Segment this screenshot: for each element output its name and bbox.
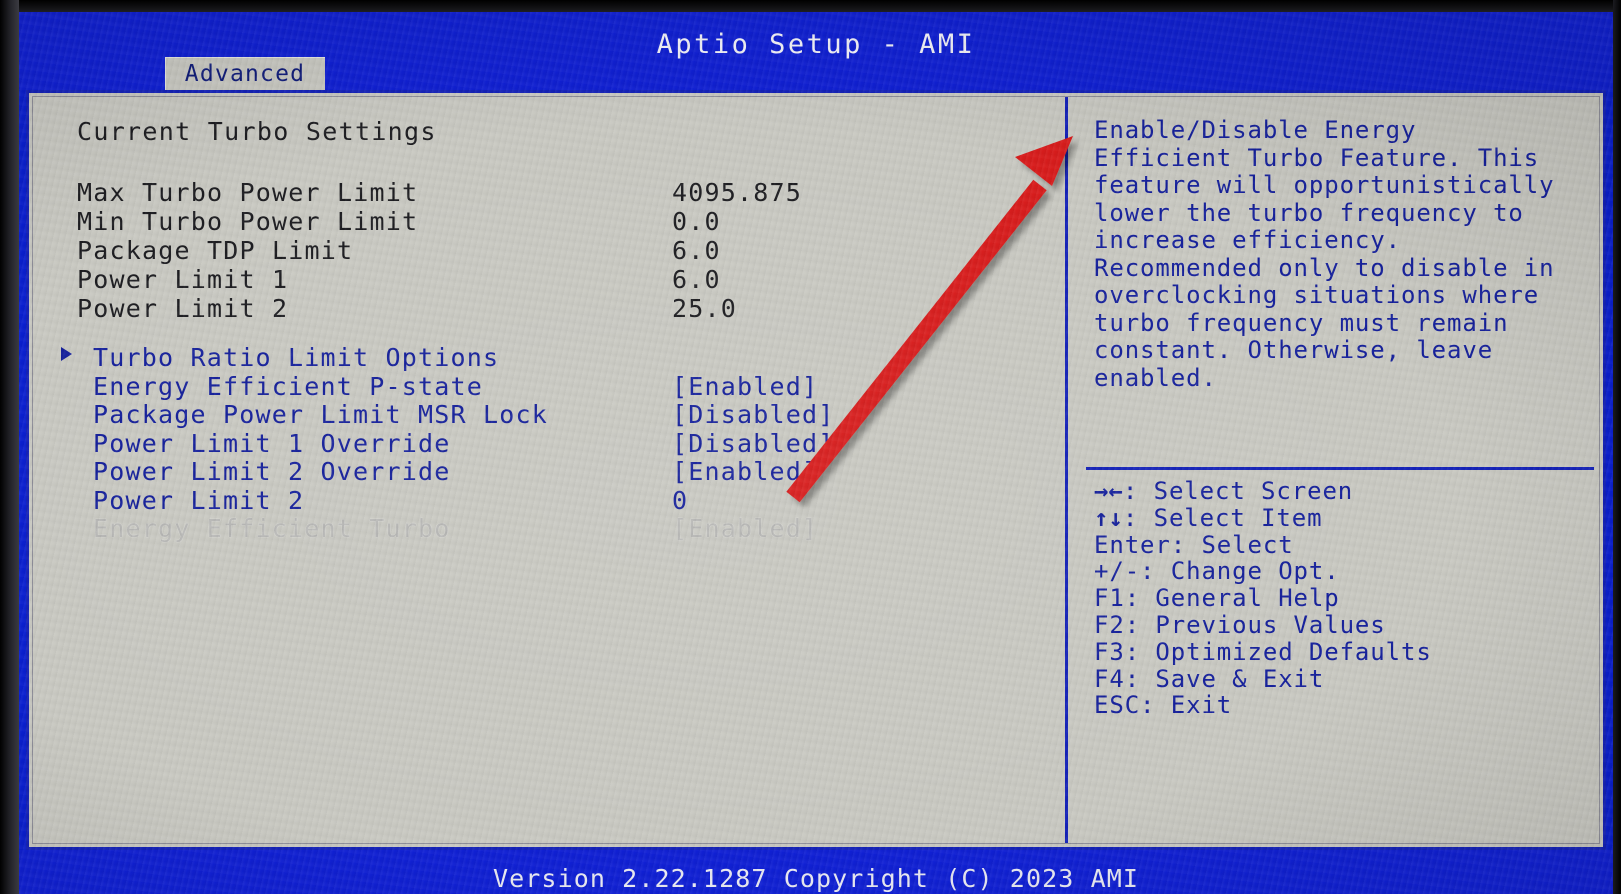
key-legend-line: Enter: Select [1094, 530, 1594, 559]
help-divider [1086, 467, 1594, 470]
info-row-value: 4095.875 [672, 178, 803, 207]
settings-row-value[interactable]: 0 [672, 486, 688, 515]
settings-row-label: Power Limit 2 Override [93, 457, 451, 486]
settings-row-value[interactable]: [Disabled] [672, 429, 835, 458]
info-row-value: 25.0 [672, 294, 738, 323]
key-glyph-icon: ↑↓ [1094, 503, 1123, 532]
monitor-bezel-right [1613, 0, 1621, 894]
info-row-value: 0.0 [672, 207, 721, 236]
settings-row-label: Energy Efficient P-state [93, 371, 484, 401]
settings-option-list: Turbo Ratio Limit Options Energy Efficien… [55, 343, 1045, 543]
bios-header: Aptio Setup - AMI Advanced [19, 12, 1613, 90]
info-row: Power Limit 2 25.0 [77, 294, 1037, 323]
settings-row-value[interactable]: [Enabled] [672, 457, 818, 486]
info-row-label: Power Limit 1 [77, 265, 289, 294]
key-legend-line: F3: Optimized Defaults [1094, 637, 1594, 666]
key-legend-text: F4: Save & Exit [1094, 664, 1325, 693]
key-legend-text: F3: Optimized Defaults [1094, 637, 1432, 666]
key-legend-text: +/-: Change Opt. [1094, 557, 1340, 586]
key-legend-text: ESC: Exit [1094, 691, 1233, 720]
monitor-bezel-left [0, 0, 19, 894]
settings-row-value[interactable]: [Disabled] [672, 400, 835, 429]
info-row-label: Min Turbo Power Limit [77, 207, 419, 236]
settings-row[interactable]: Energy Efficient P-state [Enabled] [55, 372, 1045, 401]
bios-body-frame: Current Turbo Settings Max Turbo Power L… [26, 90, 1606, 850]
section-heading: Current Turbo Settings [77, 117, 437, 146]
help-description: Enable/Disable Energy Efficient Turbo Fe… [1094, 116, 1555, 392]
info-row: Power Limit 1 6.0 [77, 265, 1037, 294]
info-row: Min Turbo Power Limit 0.0 [77, 207, 1037, 236]
page-title: Aptio Setup - AMI [656, 29, 976, 60]
info-row: Max Turbo Power Limit 4095.875 [77, 178, 1037, 207]
key-glyph-icon: →← [1094, 477, 1123, 505]
info-row-label: Power Limit 2 [77, 294, 289, 323]
key-legend-text: F1: General Help [1094, 584, 1340, 613]
settings-pane: Current Turbo Settings Max Turbo Power L… [29, 93, 1065, 847]
submenu-arrow-icon [61, 347, 72, 361]
key-legend-text: Enter: Select [1094, 530, 1294, 559]
key-legend-line: +/-: Change Opt. [1094, 558, 1594, 585]
tab-advanced[interactable]: Advanced [165, 57, 325, 90]
info-row-value: 6.0 [672, 236, 721, 265]
settings-row-value[interactable]: [Enabled] [672, 514, 818, 543]
info-row-value: 6.0 [672, 265, 721, 294]
settings-row[interactable]: Power Limit 1 Override [Disabled] [55, 429, 1045, 458]
bios-footer: Version 2.22.1287 Copyright (C) 2023 AMI [19, 850, 1613, 894]
key-legend-text: : Select Screen [1122, 477, 1354, 505]
settings-row-value[interactable]: [Enabled] [672, 372, 818, 401]
settings-row-label: Energy Efficient Turbo [93, 514, 451, 543]
key-legend-line: F4: Save & Exit [1094, 664, 1594, 693]
help-pane: Enable/Disable Energy Efficient Turbo Fe… [1068, 93, 1603, 847]
key-legend-line: →←: Select Screen [1094, 478, 1594, 505]
footer-version-text: Version 2.22.1287 Copyright (C) 2023 AMI [492, 864, 1140, 893]
key-legend-text: F2: Previous Values [1094, 610, 1386, 639]
settings-row[interactable]: Package Power Limit MSR Lock [Disabled] [55, 400, 1045, 429]
key-legend-line: F2: Previous Values [1094, 612, 1594, 639]
settings-row-selected[interactable]: Energy Efficient Turbo [Enabled] [55, 514, 1045, 543]
settings-row-label: Turbo Ratio Limit Options [93, 343, 500, 372]
readonly-info-list: Max Turbo Power Limit 4095.875 Min Turbo P… [77, 178, 1037, 323]
key-legend-text: : Select Item [1122, 503, 1323, 532]
key-legend-line: ESC: Exit [1094, 692, 1594, 719]
settings-row-label: Package Power Limit MSR Lock [93, 400, 549, 429]
settings-row-label: Power Limit 2 [93, 485, 305, 515]
key-legend-line: ↑↓: Select Item [1094, 503, 1594, 532]
info-row-label: Package TDP Limit [77, 236, 354, 265]
info-row: Package TDP Limit 6.0 [77, 236, 1037, 265]
key-legend-line: F1: General Help [1094, 585, 1594, 612]
key-legend: →←: Select Screen ↑↓: Select Item Enter: S… [1094, 478, 1594, 719]
settings-row-label: Power Limit 1 Override [93, 428, 451, 458]
settings-row[interactable]: Turbo Ratio Limit Options [55, 343, 1045, 372]
settings-row[interactable]: Power Limit 2 0 [55, 486, 1045, 515]
info-row-label: Max Turbo Power Limit [77, 178, 419, 207]
bios-screen: Aptio Setup - AMI Advanced Current Turbo… [19, 12, 1613, 894]
settings-row[interactable]: Power Limit 2 Override [Enabled] [55, 457, 1045, 486]
monitor-photo: Aptio Setup - AMI Advanced Current Turbo… [0, 0, 1621, 894]
